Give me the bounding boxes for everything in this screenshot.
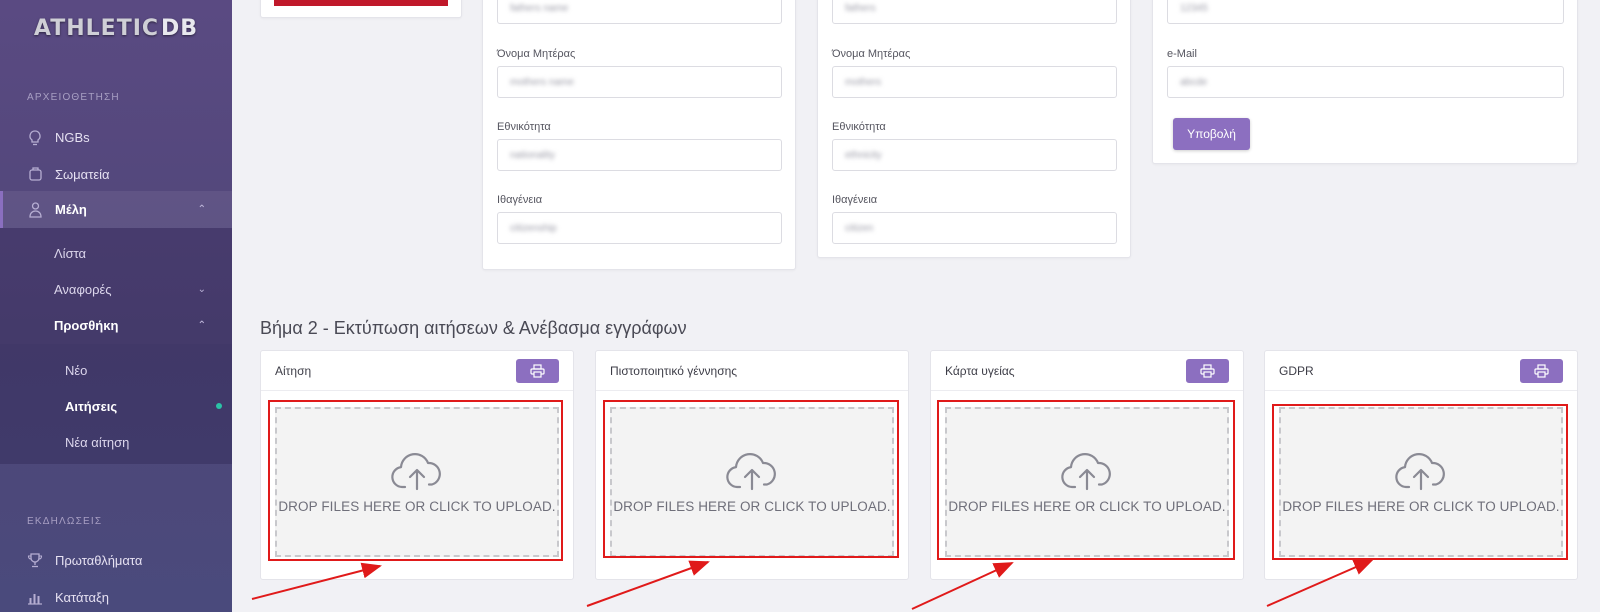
sidebar-item-label: Λίστα: [54, 245, 87, 261]
printer-icon: [530, 364, 545, 378]
drop-zone-text: DROP FILES HERE OR CLICK TO UPLOAD.: [278, 498, 556, 514]
upload-card-header: Κάρτα υγείας: [931, 351, 1243, 391]
citizenship-input-2[interactable]: citizen: [832, 212, 1117, 244]
citizenship-input[interactable]: citizenship: [497, 212, 782, 244]
logo-main: ATHLETIC: [33, 15, 160, 41]
upload-card-header: GDPR: [1265, 351, 1577, 391]
sidebar-item-members[interactable]: Μέλη ⌃: [0, 191, 232, 228]
logo-suffix: DB: [161, 15, 199, 41]
drop-zone-text: DROP FILES HERE OR CLICK TO UPLOAD.: [613, 498, 891, 514]
club-icon: [27, 167, 43, 183]
phone-input[interactable]: 12345: [1167, 0, 1564, 24]
chevron-up-icon: ⌃: [197, 204, 206, 215]
mothers-name-input-2[interactable]: mothers: [832, 66, 1117, 98]
trophy-icon: [27, 553, 43, 569]
nationality-input[interactable]: nationality: [497, 139, 782, 171]
sidebar-item-label: NGBs: [55, 130, 90, 145]
fathers-name-input[interactable]: fathers name: [497, 0, 782, 24]
sidebar-item-add[interactable]: Προσθήκη ⌃: [0, 307, 232, 343]
chevron-up-icon: ⌃: [197, 319, 206, 331]
email-label: e-Mail: [1167, 48, 1197, 60]
field-value: citizen: [845, 222, 874, 234]
printer-icon: [1534, 364, 1549, 378]
field-value: fathers name: [510, 2, 569, 14]
sidebar-item-ranking[interactable]: Κατάταξη: [0, 579, 232, 612]
field-value: nationality: [510, 149, 556, 161]
field-label: Όνομα Μητέρας: [832, 48, 911, 60]
print-button[interactable]: [1186, 359, 1229, 383]
upload-card-application: Αίτηση DROP FILES HERE OR CLICK TO UPLOA…: [260, 350, 574, 580]
add-submenu: Νέο Αιτήσεις Νέα αίτηση: [0, 344, 232, 464]
member-photo: [274, 0, 448, 6]
upload-card-health-card: Κάρτα υγείας DROP FILES HERE OR CLICK TO…: [930, 350, 1244, 580]
printer-icon: [1200, 364, 1215, 378]
email-field[interactable]: abcde: [1167, 66, 1564, 98]
file-drop-zone[interactable]: DROP FILES HERE OR CLICK TO UPLOAD.: [275, 407, 559, 557]
sidebar: ATHLETIC DB ΑΡΧΕΙΟΘΕΤΗΣΗ NGBs Σωματεία Μέ…: [0, 0, 232, 612]
sidebar-item-label: Προσθήκη: [54, 317, 119, 333]
field-label: Εθνικότητα: [497, 121, 551, 133]
upload-card-header: Αίτηση: [261, 351, 573, 391]
sidebar-item-label: Μέλη: [55, 202, 87, 217]
upload-card-title: Πιστοποιητικό γέννησης: [610, 363, 738, 378]
field-value: ethnicity: [845, 149, 882, 161]
upload-card-title: Κάρτα υγείας: [945, 363, 1015, 378]
sidebar-item-label: Σωματεία: [55, 167, 110, 182]
section-label-archive: ΑΡΧΕΙΟΘΕΤΗΣΗ: [27, 92, 120, 103]
upload-card-title: Αίτηση: [275, 363, 312, 378]
field-label: Ιθαγένεια: [832, 194, 878, 206]
sidebar-item-new-application[interactable]: Νέα αίτηση: [0, 424, 232, 460]
sidebar-item-new[interactable]: Νέο: [0, 352, 232, 388]
sidebar-item-label: Αναφορές: [54, 281, 112, 297]
upload-card-title: GDPR: [1279, 363, 1314, 378]
app-logo[interactable]: ATHLETIC DB: [0, 0, 232, 56]
file-drop-zone[interactable]: DROP FILES HERE OR CLICK TO UPLOAD.: [610, 407, 894, 557]
chevron-down-icon: ⌄: [197, 283, 206, 295]
sidebar-item-ngbs[interactable]: NGBs: [0, 119, 232, 156]
drop-zone-text: DROP FILES HERE OR CLICK TO UPLOAD.: [948, 498, 1226, 514]
sidebar-item-applications[interactable]: Αιτήσεις: [0, 388, 232, 424]
members-submenu: Λίστα Αναφορές ⌄ Προσθήκη ⌃: [0, 228, 232, 344]
sidebar-item-label: Πρωταθλήματα: [55, 553, 143, 568]
sidebar-item-label: Νέα αίτηση: [65, 434, 130, 450]
field-value: fathers: [845, 2, 876, 14]
field-value: abcde: [1180, 76, 1208, 88]
upload-card-birth-certificate: Πιστοποιητικό γέννησης DROP FILES HERE O…: [595, 350, 909, 580]
cloud-upload-icon: [1061, 452, 1111, 490]
drop-zone-text: DROP FILES HERE OR CLICK TO UPLOAD.: [1282, 498, 1560, 514]
step2-title: Βήμα 2 - Εκτύπωση αιτήσεων & Ανέβασμα εγ…: [260, 318, 687, 338]
file-drop-zone[interactable]: DROP FILES HERE OR CLICK TO UPLOAD.: [945, 407, 1229, 557]
lightbulb-icon: [27, 129, 43, 146]
sidebar-item-label: Κατάταξη: [55, 590, 110, 605]
field-label: Όνομα Μητέρας: [497, 48, 576, 60]
field-label: Εθνικότητα: [832, 121, 886, 133]
sidebar-item-championships[interactable]: Πρωταθλήματα: [0, 542, 232, 579]
cloud-upload-icon: [391, 452, 441, 490]
field-value: 12345: [1180, 2, 1208, 14]
sidebar-item-clubs[interactable]: Σωματεία: [0, 156, 232, 193]
mothers-name-input[interactable]: mothers name: [497, 66, 782, 98]
nationality-input-2[interactable]: ethnicity: [832, 139, 1117, 171]
field-label: Ιθαγένεια: [497, 194, 543, 206]
cloud-upload-icon: [1395, 452, 1445, 490]
upload-card-gdpr: GDPR DROP FILES HERE OR CLICK TO UPLOAD.: [1264, 350, 1578, 580]
active-dot: [216, 403, 222, 409]
fathers-name-input-2[interactable]: fathers: [832, 0, 1117, 24]
member-icon: [27, 201, 43, 218]
field-value: mothers name: [510, 76, 574, 88]
submit-button[interactable]: Υποβολή: [1173, 118, 1250, 150]
field-value: citizenship: [510, 222, 557, 234]
print-button[interactable]: [516, 359, 559, 383]
field-value: mothers: [845, 76, 882, 88]
print-button[interactable]: [1520, 359, 1563, 383]
upload-card-header: Πιστοποιητικό γέννησης: [596, 351, 908, 391]
cloud-upload-icon: [726, 452, 776, 490]
sidebar-item-list[interactable]: Λίστα: [0, 235, 232, 271]
sidebar-item-reports[interactable]: Αναφορές ⌄: [0, 271, 232, 307]
bar-chart-icon: [27, 590, 43, 606]
sidebar-item-label: Νέο: [65, 362, 88, 378]
file-drop-zone[interactable]: DROP FILES HERE OR CLICK TO UPLOAD.: [1279, 407, 1563, 557]
section-label-events: ΕΚΔΗΛΩΣΕΙΣ: [27, 516, 103, 527]
sidebar-item-label: Αιτήσεις: [65, 398, 118, 414]
